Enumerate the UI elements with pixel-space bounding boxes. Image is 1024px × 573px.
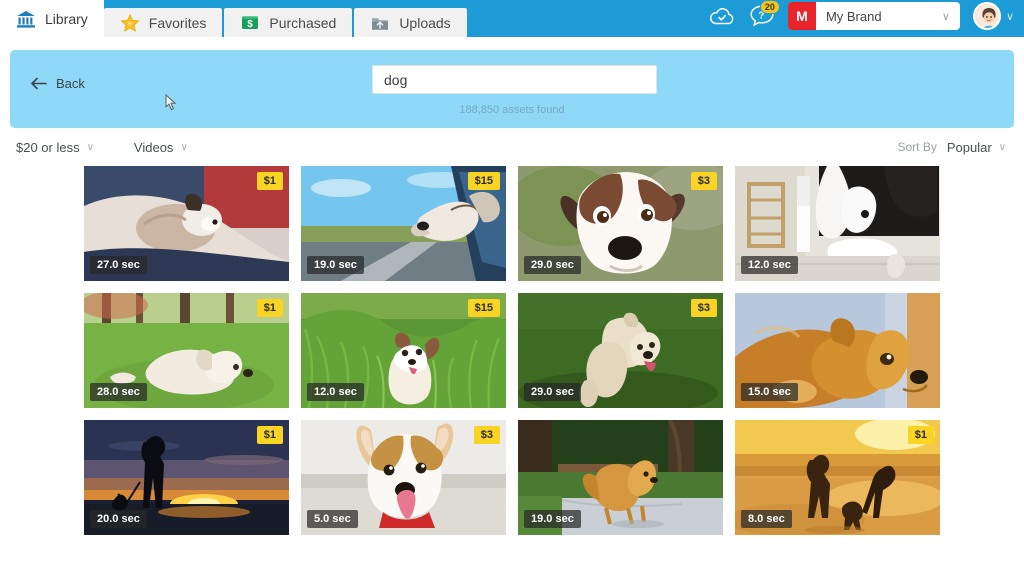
svg-text:$: $ (248, 19, 254, 30)
price-badge: $1 (256, 426, 283, 444)
duration-badge: 19.0 sec (307, 256, 364, 274)
price-badge: $15 (467, 299, 500, 317)
filter-bar: $20 or less ∨ Videos ∨ Sort By Popular ∨ (0, 128, 1024, 166)
result-card[interactable]: $1 8.0 sec (735, 420, 940, 535)
filter-type-label: Videos (133, 139, 174, 155)
assets-found-count: 188,850 assets found (459, 104, 565, 116)
duration-badge: 20.0 sec (90, 510, 147, 528)
price-badge: $3 (690, 172, 717, 190)
result-card[interactable]: $1 27.0 sec (84, 166, 289, 281)
price-badge: $1 (256, 172, 283, 190)
price-badge: $3 (473, 426, 500, 444)
bank-icon (16, 9, 36, 29)
filter-price-label: $20 or less (16, 139, 80, 155)
sort-by-label: Sort By (897, 140, 937, 154)
money-icon: $ (240, 13, 260, 33)
result-card[interactable]: 19.0 sec (518, 420, 723, 535)
avatar (972, 2, 1001, 30)
search-panel: Back 188,850 assets found (10, 50, 1014, 128)
results-grid: $1 27.0 sec $15 19.0 sec $3 29.0 sec 12.… (0, 166, 1024, 535)
tab-favorites-label: Favorites (148, 14, 207, 31)
tab-purchased-label: Purchased (269, 14, 337, 31)
result-card[interactable]: 15.0 sec (735, 293, 940, 408)
chevron-down-icon: ∨ (180, 141, 188, 153)
duration-badge: 5.0 sec (307, 510, 358, 528)
price-badge: $15 (467, 172, 500, 190)
result-card[interactable]: $3 5.0 sec (301, 420, 506, 535)
main-tabs: Library Favorites $ Purchased Uploads (0, 0, 469, 37)
duration-badge: 15.0 sec (741, 383, 798, 401)
price-badge: $3 (690, 299, 717, 317)
sort-group: Sort By Popular ∨ (898, 140, 1007, 155)
avatar-menu[interactable]: ∨ (972, 2, 1014, 30)
header-actions: ? 20 M My Brand ∨ ∨ (708, 0, 1024, 37)
chevron-down-icon: ∨ (1005, 10, 1014, 23)
price-badge: $1 (256, 299, 283, 317)
result-card[interactable]: $3 29.0 sec (518, 293, 723, 408)
cloud-check-icon[interactable] (708, 5, 736, 27)
duration-badge: 27.0 sec (90, 256, 147, 274)
help-bubble-icon[interactable]: ? 20 (749, 0, 780, 28)
duration-badge: 8.0 sec (741, 510, 792, 528)
help-badge-count: 20 (759, 0, 780, 14)
star-icon (120, 13, 140, 33)
result-card[interactable]: $3 29.0 sec (518, 166, 723, 281)
result-card[interactable]: 12.0 sec (735, 166, 940, 281)
chevron-down-icon: ∨ (941, 10, 950, 23)
duration-badge: 29.0 sec (524, 256, 581, 274)
sort-by-selector[interactable]: Popular ∨ (947, 140, 1006, 155)
sort-by-value: Popular (946, 139, 992, 155)
upload-icon (370, 13, 390, 33)
filter-type[interactable]: Videos ∨ (134, 140, 188, 155)
chevron-down-icon: ∨ (998, 141, 1006, 153)
brand-selector[interactable]: M My Brand ∨ (787, 2, 960, 30)
duration-badge: 29.0 sec (524, 383, 581, 401)
back-button[interactable]: Back (30, 76, 85, 91)
result-card[interactable]: $15 19.0 sec (301, 166, 506, 281)
tab-uploads[interactable]: Uploads (354, 8, 467, 37)
chevron-down-icon: ∨ (86, 141, 94, 153)
brand-name: My Brand (825, 8, 882, 24)
back-label: Back (56, 76, 85, 91)
duration-badge: 19.0 sec (524, 510, 581, 528)
duration-badge: 12.0 sec (741, 256, 798, 274)
duration-badge: 12.0 sec (307, 383, 364, 401)
tab-purchased[interactable]: $ Purchased (224, 8, 353, 37)
app-header: Library Favorites $ Purchased Uploads ? … (0, 0, 1024, 37)
search-input[interactable] (384, 71, 645, 88)
brand-logo: M (787, 2, 816, 30)
tab-favorites[interactable]: Favorites (103, 8, 223, 37)
tab-uploads-label: Uploads (399, 14, 451, 31)
duration-badge: 28.0 sec (90, 383, 147, 401)
arrow-left-icon (30, 77, 47, 90)
tab-library[interactable]: Library (0, 0, 104, 37)
result-card[interactable]: $15 12.0 sec (301, 293, 506, 408)
tab-library-label: Library (45, 10, 88, 27)
search-box[interactable] (372, 65, 657, 94)
price-badge: $1 (907, 426, 934, 444)
filter-price[interactable]: $20 or less ∨ (16, 140, 94, 155)
result-card[interactable]: $1 28.0 sec (84, 293, 289, 408)
result-card[interactable]: $1 20.0 sec (84, 420, 289, 535)
